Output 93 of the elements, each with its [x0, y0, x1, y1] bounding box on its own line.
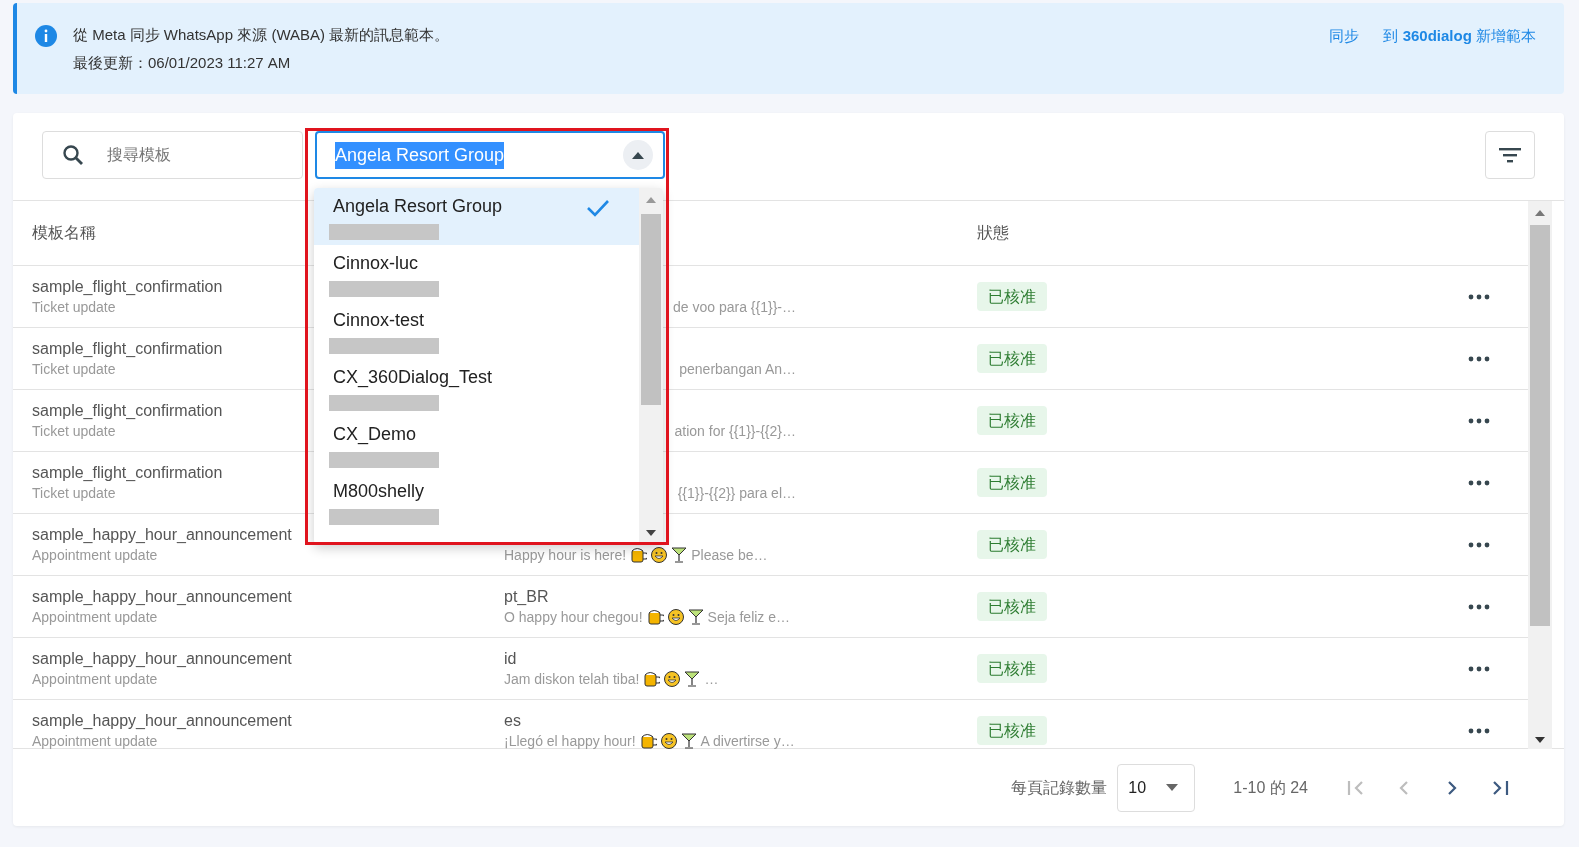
status-badge: 已核准 — [977, 591, 1047, 621]
option-label: CX_Demo — [333, 423, 417, 445]
dropdown-option[interactable]: Cinnox-test — [314, 302, 639, 359]
scrollbar[interactable] — [1528, 201, 1552, 749]
cocktail-glass-icon — [680, 732, 697, 749]
template-category: Appointment update — [32, 731, 158, 749]
message-preview: A divertirse y… — [700, 731, 795, 749]
scroll-down-icon[interactable] — [646, 530, 656, 536]
dropdown-option[interactable]: CX_Demo — [314, 416, 639, 473]
cocktail-glass-icon — [671, 546, 688, 563]
check-icon — [586, 199, 610, 217]
message-preview: Happy hour is here! — [504, 545, 627, 565]
rows-per-page-select[interactable]: 10 — [1117, 763, 1196, 812]
more-icon — [1468, 541, 1490, 548]
caret-icon — [632, 151, 644, 159]
column-header[interactable]: 模板名稱 — [32, 224, 96, 241]
cocktail-glass-icon — [687, 608, 704, 625]
template-name: sample_happy_hour_announcement — [32, 710, 292, 731]
caret-icon — [1166, 784, 1179, 791]
dropdown-option[interactable]: CX_360Dialog_Test — [314, 359, 639, 416]
template-category: Ticket update — [32, 297, 116, 317]
status-badge: 已核准 — [977, 405, 1047, 435]
status-badge: 已核准 — [977, 343, 1047, 373]
status-badge: 已核准 — [977, 281, 1047, 311]
status-badge: 已核准 — [977, 529, 1047, 559]
filter-icon — [1499, 147, 1521, 163]
template-category: Ticket update — [32, 359, 116, 379]
template-name: sample_happy_hour_announcement — [32, 524, 292, 545]
template-category: Ticket update — [32, 421, 116, 441]
template-name: sample_flight_confirmation — [32, 276, 223, 297]
beer-mug-icon — [639, 732, 657, 749]
more-icon — [1468, 665, 1490, 672]
message-preview: penerbangan An… — [679, 359, 796, 379]
more-icon — [1468, 293, 1490, 300]
template-category: Ticket update — [32, 483, 116, 503]
template-category: Appointment update — [32, 607, 158, 627]
more-icon — [1468, 603, 1490, 610]
grinning-face-icon — [660, 732, 677, 749]
search-field[interactable]: 搜尋模板 — [42, 131, 303, 179]
option-label: Cinnox-luc — [333, 252, 419, 274]
beer-mug-icon — [630, 546, 648, 563]
template-name: sample_happy_hour_announcement — [32, 648, 292, 669]
option-label: M800shelly — [333, 480, 425, 502]
status-badge: 已核准 — [977, 715, 1047, 745]
message-preview: ¡Llegó el happy hour! — [504, 731, 636, 749]
cocktail-glass-icon — [684, 670, 701, 687]
beer-mug-icon — [643, 670, 661, 687]
template-name: sample_flight_confirmation — [32, 338, 223, 359]
dropdown-option[interactable]: Cinnox-luc — [314, 245, 639, 302]
info-icon — [35, 25, 57, 47]
option-label: Angela Resort Group — [333, 195, 503, 217]
dropdown-option[interactable]: M800shelly — [314, 473, 639, 530]
rows-per-page-label: 每頁記錄數量 — [1011, 777, 1108, 798]
status-badge: 已核准 — [977, 653, 1047, 683]
more-icon — [1468, 417, 1490, 424]
message-preview: de voo para {{1}}-… — [673, 297, 796, 317]
grinning-face-icon — [651, 546, 668, 563]
status-badge: 已核准 — [977, 467, 1047, 497]
option-label: Cinnox-test — [333, 309, 425, 331]
template-name: sample_flight_confirmation — [32, 400, 223, 421]
template-category: Appointment update — [32, 545, 158, 565]
page-range: 1-10 的 24 — [1233, 777, 1308, 798]
filter-button[interactable] — [1485, 131, 1535, 179]
last-updated-text: 最後更新：06/01/2023 11:27 AM — [73, 53, 292, 73]
template-language: es — [504, 711, 521, 729]
message-preview: ation for {{1}}-{{2}… — [674, 421, 796, 441]
grinning-face-icon — [664, 670, 681, 687]
more-icon — [1468, 355, 1490, 362]
scrollbar-thumb[interactable] — [641, 214, 661, 405]
message-preview: Please be… — [691, 545, 768, 565]
template-language: id — [504, 649, 517, 667]
message-preview: Jam diskon telah tiba! — [504, 669, 640, 689]
banner-message: 從 Meta 同步 WhatsApp 來源 (WABA) 最新的訊息範本。 — [73, 25, 450, 45]
message-preview: Seja feliz e… — [707, 607, 791, 627]
beer-mug-icon — [646, 608, 664, 625]
template-name: sample_happy_hour_announcement — [32, 586, 292, 607]
option-label: CX_360Dialog_Test — [333, 366, 493, 388]
scroll-up-icon[interactable] — [1535, 210, 1545, 216]
scrollbar[interactable] — [639, 188, 663, 544]
caret-button[interactable] — [623, 140, 653, 170]
template-name: sample_flight_confirmation — [32, 462, 223, 483]
template-language: pt_BR — [504, 587, 549, 605]
message-preview: {{1}}-{{2}} para el… — [677, 483, 796, 503]
message-preview: … — [704, 669, 719, 689]
column-header[interactable]: 狀態 — [977, 224, 1009, 241]
scrollbar-thumb[interactable] — [1530, 225, 1550, 626]
message-preview: O happy hour chegou! — [504, 607, 643, 627]
grinning-face-icon — [667, 608, 684, 625]
more-icon — [1468, 727, 1490, 734]
more-icon — [1468, 479, 1490, 486]
template-category: Appointment update — [32, 669, 158, 689]
dropdown-option[interactable]: Angela Resort Group — [314, 188, 639, 245]
scroll-down-icon[interactable] — [1535, 737, 1545, 743]
